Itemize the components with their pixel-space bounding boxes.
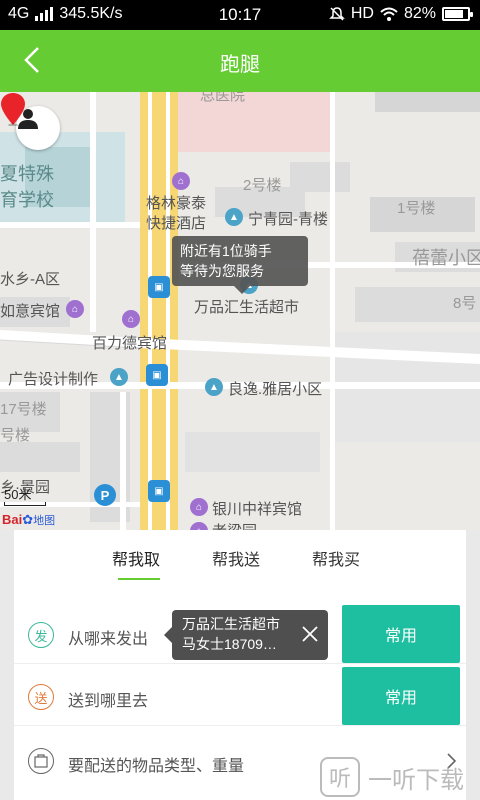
from-common-address-button[interactable]: 常用: [342, 605, 460, 663]
map-label-bldg17: 17号楼: [0, 401, 47, 418]
address-tooltip-line2: 马女士18709…: [182, 636, 277, 652]
map-label-beilei: 蓓蕾小区: [412, 248, 480, 268]
to-badge-icon: 送: [28, 684, 54, 710]
map-label-guanggao: 广告设计制作: [8, 371, 99, 388]
map-label-ruyi: 如意宾馆: [0, 303, 61, 320]
map-label-bailide: 百力德宾馆: [92, 335, 168, 352]
baidu-logo-text: Bai: [2, 512, 23, 527]
tab-help-pick[interactable]: 帮我取: [112, 546, 160, 570]
location-pin-icon[interactable]: [0, 92, 26, 126]
map-label-xiangA: 水乡-A区: [0, 271, 61, 288]
estate-poi-icon[interactable]: ▲: [225, 208, 243, 226]
map-label-bldg: 号楼: [0, 427, 31, 444]
parking-icon[interactable]: P: [94, 484, 116, 506]
watermark: 听 一听下载: [320, 755, 480, 799]
map-label-wanpin: 万品汇生活超市: [194, 299, 300, 316]
hd-badge: HD: [350, 5, 374, 22]
hotel-poi-icon[interactable]: ⌂: [190, 498, 208, 516]
rider-tooltip: 附近有1位骑手 等待为您服务: [172, 236, 308, 294]
map-label-bldg8: 8号: [453, 295, 477, 312]
to-common-address-button[interactable]: 常用: [342, 667, 460, 725]
address-tooltip-line1: 万品汇生活超市: [182, 616, 280, 632]
close-icon[interactable]: [300, 624, 320, 644]
map-label-yuxue: 育学校: [0, 190, 54, 210]
hotel-poi-icon[interactable]: ⌂: [66, 300, 84, 318]
package-icon: [28, 748, 54, 774]
bus-stop-icon[interactable]: ▣: [148, 276, 170, 298]
app-header: 跑腿: [0, 30, 480, 92]
page-title: 跑腿: [220, 54, 260, 76]
map-label-xiate: 夏特殊: [0, 164, 54, 184]
map-label-bldg2: 2号楼: [243, 177, 282, 194]
estate-poi-icon[interactable]: ▲: [110, 368, 128, 386]
bus-stop-icon[interactable]: ▣: [146, 364, 168, 386]
to-address-field[interactable]: 送到哪里去: [68, 687, 148, 711]
map-label-bldg1: 1号楼: [397, 200, 436, 217]
active-tab-indicator: [118, 578, 160, 580]
map-label-ningqing: 宁青园-青楼: [248, 211, 328, 228]
paw-icon: ✿: [22, 512, 34, 527]
baidu-map-text: 地图: [33, 515, 56, 527]
wifi-icon: [380, 7, 398, 21]
hotel-poi-icon[interactable]: ⌂: [122, 310, 140, 328]
mute-icon: [329, 7, 345, 21]
goods-info-label: 要配送的物品类型、重量: [68, 758, 245, 775]
watermark-text: 一听下载: [368, 766, 464, 794]
tab-help-send[interactable]: 帮我送: [212, 546, 260, 570]
map-label-gelin1: 格林豪泰: [146, 195, 207, 212]
map-label-laoliang: 老梁园: [212, 520, 257, 530]
service-tabs: 帮我取 帮我送 帮我买: [14, 530, 466, 582]
estate-poi-icon[interactable]: ▲: [205, 378, 223, 396]
map-label-yinchuan: 银川中祥宾馆: [212, 501, 303, 518]
baidu-map-logo: Bai✿地图: [2, 512, 55, 528]
map-view[interactable]: 总医院 夏特殊 育学校 ⌂ 格林豪泰 快捷酒店 2号楼 1号楼 ▲ 宁青园-青楼…: [0, 92, 480, 530]
map-label-liangyi: 良逸.雅居小区: [228, 381, 323, 398]
rider-tooltip-line2: 等待为您服务: [180, 263, 264, 279]
watermark-logo-icon: 听: [320, 757, 360, 797]
from-address-field[interactable]: 从哪来发出: [68, 625, 148, 649]
tab-help-buy[interactable]: 帮我买: [312, 546, 360, 570]
from-badge-icon: 发: [28, 622, 54, 648]
map-scale-label: 50米: [4, 487, 32, 502]
battery-icon: [442, 7, 473, 21]
address-tooltip[interactable]: 万品汇生活超市 马女士18709…: [164, 610, 328, 660]
map-label-gelin2: 快捷酒店: [146, 215, 207, 232]
map-label-hospital: 总医院: [200, 92, 246, 104]
status-bar: 4G 345.5K/s 10:17 HD 82%: [0, 0, 480, 30]
rider-tooltip-line1: 附近有1位骑手: [180, 243, 272, 259]
map-scale-bar: [4, 502, 46, 506]
hotel-poi-icon[interactable]: ⌂: [172, 172, 190, 190]
battery-percent: 82%: [403, 5, 436, 22]
bus-stop-icon[interactable]: ▣: [148, 480, 170, 502]
